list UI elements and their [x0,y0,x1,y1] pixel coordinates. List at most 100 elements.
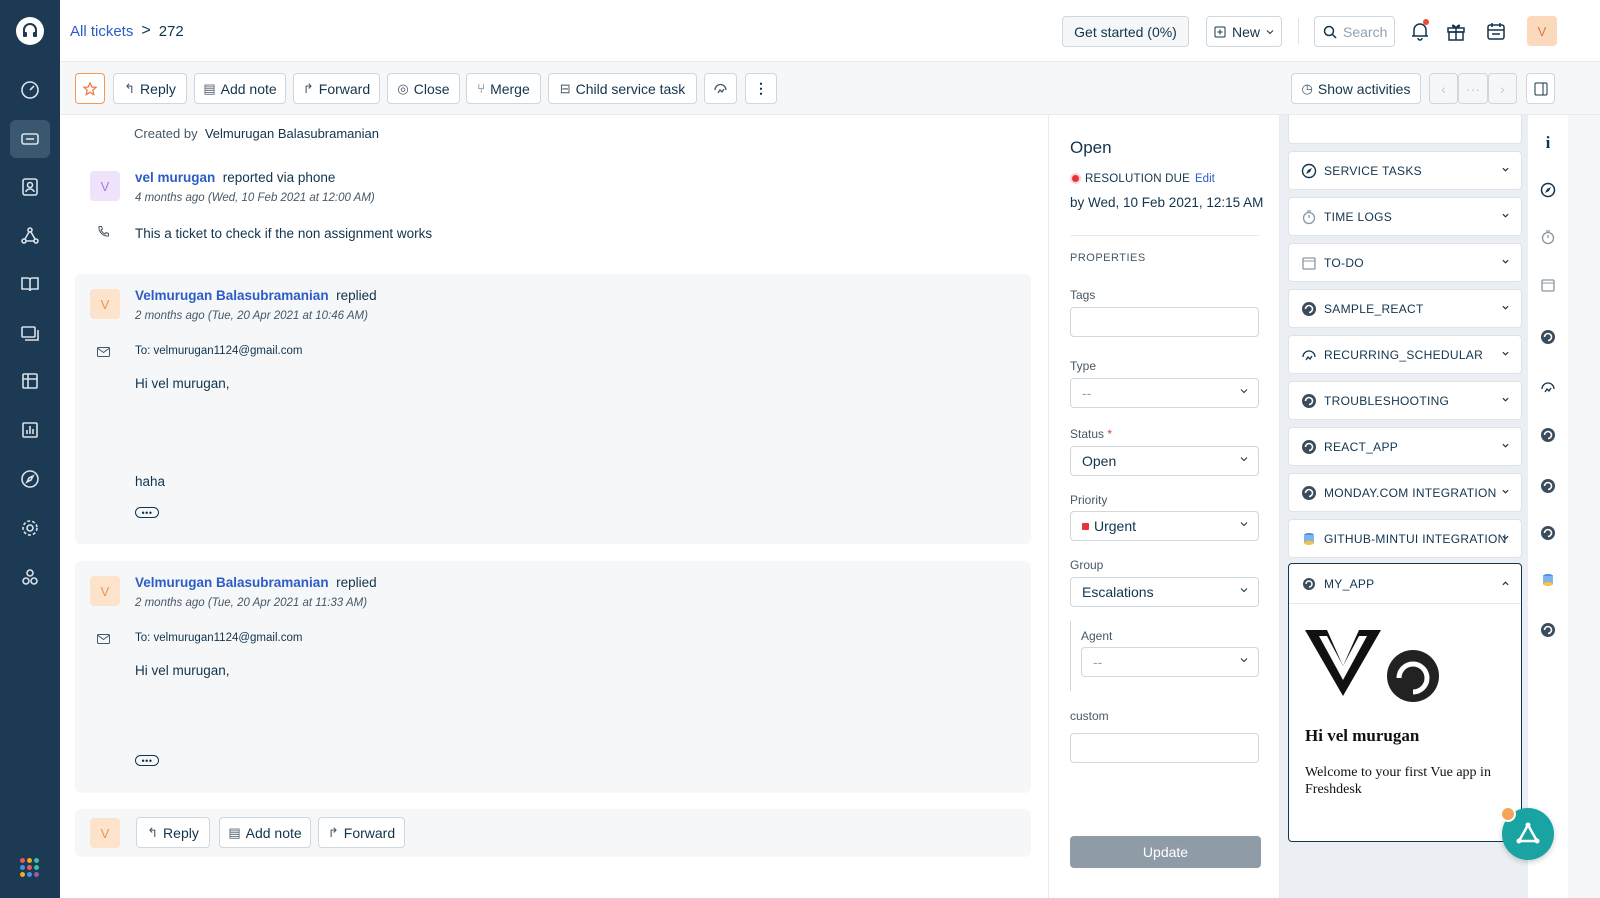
close-button[interactable]: ◎ Close [387,73,460,104]
dashboard-icon[interactable] [10,71,50,109]
status-select[interactable]: Open [1070,446,1259,476]
star-icon [83,81,97,96]
app-swirl-icon[interactable] [1538,476,1558,496]
notifications-bell-icon[interactable] [1407,18,1433,44]
contacts-icon[interactable] [10,168,50,206]
reply-action: replied [336,288,377,303]
properties-heading: PROPERTIES [1070,252,1146,264]
app-widget-label: TIME LOGS [1324,209,1393,224]
app-widget-label: MONDAY.COM INTEGRATION [1324,485,1497,500]
plus-box-icon [1214,26,1226,37]
type-select[interactable]: -- [1070,378,1259,408]
app-swirl-icon[interactable] [1538,425,1558,445]
group-value: Escalations [1082,584,1154,600]
tags-input[interactable] [1070,307,1259,337]
ticket-pager[interactable]: ··· [1458,73,1488,104]
chevron-down-icon [1240,658,1248,663]
explore-icon[interactable] [10,460,50,498]
search-placeholder: Search [1343,23,1388,40]
user-avatar[interactable]: V [1527,16,1557,46]
reply-time: 2 months ago (Tue, 20 Apr 2021 at 10:46 … [135,310,368,322]
avatar: V [90,576,120,606]
agent-link[interactable]: Velmurugan Balasubramanian [135,575,329,590]
stopwatch-icon[interactable] [1538,227,1558,247]
new-button[interactable]: New [1206,16,1282,47]
edit-due-link[interactable]: Edit [1195,173,1215,185]
required-mark: * [1107,427,1113,441]
app-message: Welcome to your first Vue app in Freshde… [1305,765,1491,797]
add-note-button[interactable]: ▤ Add note [194,73,286,104]
footer-add-note-button[interactable]: ▤ Add note [219,817,311,848]
app-swirl-icon [1301,393,1317,409]
assets-icon[interactable] [10,362,50,400]
apps-icon[interactable] [10,558,50,596]
agent-select[interactable]: -- [1081,647,1259,677]
product-switcher-icon[interactable] [20,858,39,877]
reports-icon[interactable] [10,411,50,449]
avatar: V [90,171,120,201]
merge-button[interactable]: ⑂ Merge [466,73,541,104]
app-widget-row[interactable]: TROUBLESHOOTING [1288,381,1522,420]
chevron-up-icon[interactable] [1502,580,1509,587]
group-select[interactable]: Escalations [1070,577,1259,607]
next-ticket-button[interactable]: › [1488,73,1517,104]
phone-icon [97,225,110,241]
compass-icon [1301,163,1317,179]
app-widget-row[interactable]: GITHUB-MINTUI INTEGRATION [1288,519,1522,558]
show-activities-button[interactable]: ◷ Show activities [1291,73,1421,104]
calendar-icon [1301,255,1317,271]
reply-button[interactable]: ↰ Reply [113,73,187,104]
db-icon[interactable] [1538,570,1558,590]
more-actions-button[interactable]: ⋮ [745,73,777,104]
search-input[interactable]: Search [1314,16,1395,47]
app-widget-row[interactable]: RECURRING_SCHEDULAR [1288,335,1522,374]
history-icon: ◷ [1301,80,1313,96]
my-app-header[interactable]: MY_APP [1301,576,1375,592]
info-icon[interactable]: i [1538,133,1558,153]
reply-body: haha [135,474,166,489]
show-quoted-text-button[interactable]: ••• [135,755,159,766]
app-swirl-icon[interactable] [1538,327,1558,347]
social-icon[interactable] [10,217,50,255]
footer-forward-button[interactable]: ↱ Forward [318,817,405,848]
child-service-task-button[interactable]: ⊟ Child service task [548,73,697,104]
freshdesk-logo-icon[interactable] [16,17,44,45]
app-widget-row[interactable]: SAMPLE_REACT [1288,289,1522,328]
tickets-icon[interactable] [10,120,50,158]
app-widget-row[interactable]: SERVICE TASKS [1288,151,1522,190]
knowledge-base-icon[interactable] [10,265,50,303]
priority-select[interactable]: Urgent [1070,511,1259,541]
star-button[interactable] [75,73,105,104]
forward-icon: ↱ [327,824,339,840]
app-widget-row[interactable]: REACT_APP [1288,427,1522,466]
forums-icon[interactable] [10,314,50,352]
app-swirl-icon[interactable] [1538,620,1558,640]
forward-button[interactable]: ↱ Forward [293,73,380,104]
calendar-icon[interactable] [1483,18,1509,44]
app-swirl-icon[interactable] [1538,523,1558,543]
update-button[interactable]: Update [1070,836,1261,868]
app-widget-label: SAMPLE_REACT [1324,301,1424,316]
gift-icon[interactable] [1443,18,1469,44]
new-label: New [1231,23,1260,40]
calendar-icon[interactable] [1538,275,1558,295]
compass-icon[interactable] [1538,180,1558,200]
recurring-icon[interactable] [1538,377,1558,397]
settings-gear-icon[interactable] [10,509,50,547]
app-widget-row[interactable]: TO-DO [1288,243,1522,282]
app-widget-row[interactable]: TIME LOGS [1288,197,1522,236]
requester-link[interactable]: vel murugan [135,170,215,185]
previous-ticket-button[interactable]: ‹ [1429,73,1458,104]
app-widget-row[interactable]: MONDAY.COM INTEGRATION [1288,473,1522,512]
merge-icon: ⑂ [477,81,486,96]
agent-link[interactable]: Velmurugan Balasubramanian [135,288,329,303]
toggle-sidebar-button[interactable] [1526,73,1555,104]
show-quoted-text-button[interactable]: ••• [135,507,159,518]
get-started-button[interactable]: Get started (0%) [1062,16,1189,47]
breadcrumb-all-tickets[interactable]: All tickets [70,23,133,40]
vue-logo-icon [1305,630,1381,696]
recurring-app-button[interactable] [704,73,737,104]
my-app-label: MY_APP [1324,577,1375,591]
custom-input[interactable] [1070,733,1259,763]
footer-reply-button[interactable]: ↰ Reply [136,817,210,848]
